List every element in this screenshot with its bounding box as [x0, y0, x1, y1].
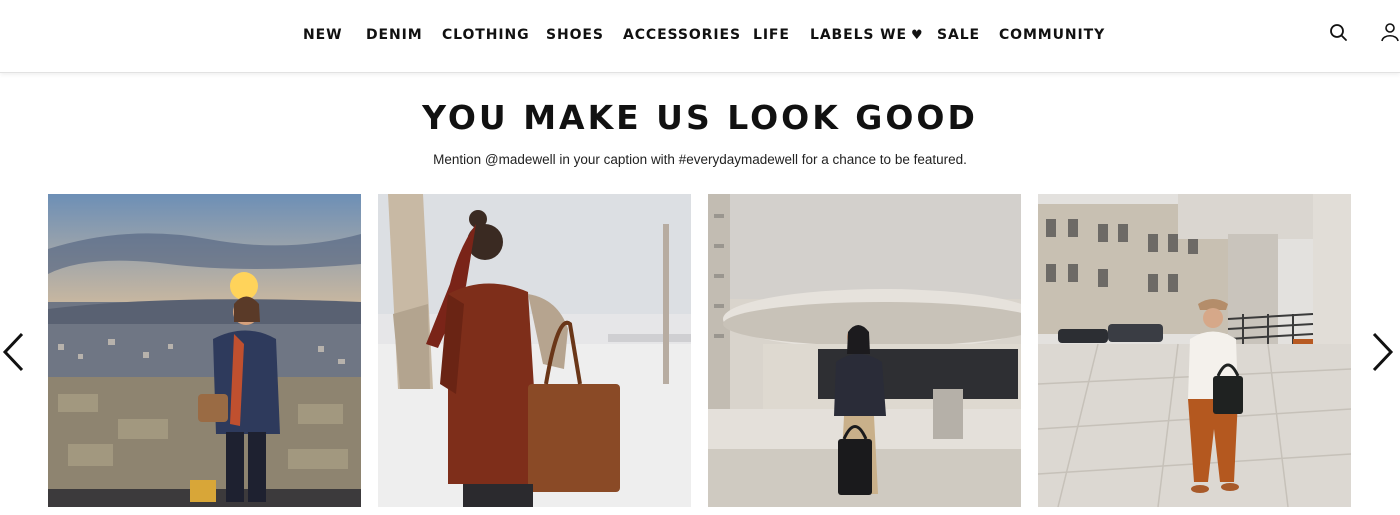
gallery-photo-sunset[interactable]	[48, 194, 361, 507]
nav-item-new[interactable]: NEW	[303, 25, 342, 45]
search-icon[interactable]	[1328, 22, 1350, 44]
gallery-photo-winter[interactable]	[378, 194, 691, 507]
carousel-next-button[interactable]	[1368, 330, 1398, 374]
chevron-left-icon	[2, 332, 24, 372]
gallery-photo-building[interactable]	[708, 194, 1021, 507]
site-header: NEW DENIM CLOTHING SHOES ACCESSORIES LIF…	[0, 0, 1400, 73]
section-title: YOU MAKE US LOOK GOOD	[422, 98, 978, 137]
nav-item-denim[interactable]: DENIM	[366, 25, 423, 45]
nav-item-accessories[interactable]: ACCESSORIES	[623, 25, 741, 45]
nav-item-shoes[interactable]: SHOES	[546, 25, 604, 45]
nav-item-clothing[interactable]: CLOTHING	[442, 25, 529, 45]
nav-item-community[interactable]: COMMUNITY	[999, 25, 1105, 45]
nav-item-sale[interactable]: SALE	[937, 25, 980, 45]
account-icon[interactable]	[1380, 22, 1400, 44]
chevron-right-icon	[1372, 332, 1394, 372]
heart-icon: ♥	[910, 28, 924, 43]
nav-item-labels-we-label: LABELS WE	[810, 27, 907, 43]
nav-item-labels-we-love[interactable]: LABELS WE ♥	[810, 25, 924, 46]
section-subtitle: Mention @madewell in your caption with #…	[433, 152, 967, 167]
gallery-photo-plaza[interactable]	[1038, 194, 1351, 507]
carousel-prev-button[interactable]	[0, 330, 30, 374]
nav-item-life[interactable]: LIFE	[753, 25, 790, 45]
main-nav: NEW DENIM CLOTHING SHOES ACCESSORIES LIF…	[0, 0, 1400, 70]
